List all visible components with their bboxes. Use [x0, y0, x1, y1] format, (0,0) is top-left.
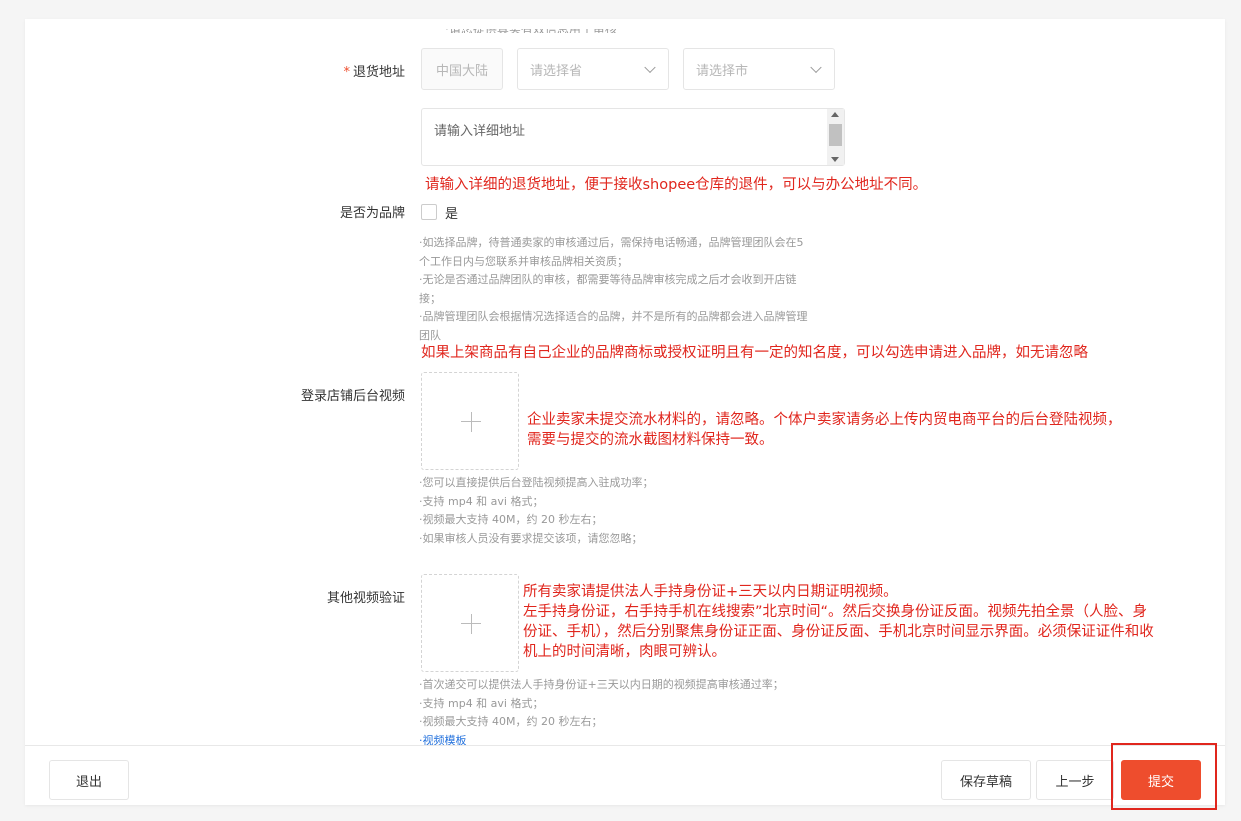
- save-draft-button[interactable]: 保存草稿: [941, 760, 1031, 800]
- brand-annotation: 如果上架商品有自己企业的品牌商标或授权证明且有一定的知名度，可以勾选申请进入品牌…: [421, 345, 1088, 361]
- brand-checkbox-label: 是: [445, 207, 459, 222]
- store-video-annotation: 企业卖家未提交流水材料的，请忽略。个体户卖家请务必上传内贸电商平台的后台登陆视频…: [527, 410, 1122, 450]
- city-select[interactable]: 请选择市: [683, 48, 835, 90]
- country-field: 中国大陆: [421, 48, 503, 90]
- scroll-thumb[interactable]: [829, 124, 842, 146]
- store-video-upload[interactable]: [421, 372, 519, 470]
- hint-line: ·无论是否通过品牌团队的审核，都需要等待品牌审核完成之后才会收到开店链: [419, 273, 797, 286]
- form-card: ·请您提供真实有效信息用于审核 *退货地址 中国大陆 请选择省 请选择市 请输入…: [25, 19, 1225, 805]
- province-select[interactable]: 请选择省: [517, 48, 669, 90]
- return-address-annotation: 请输入详细的退货地址，便于接收shopee仓库的退件，可以与办公地址不同。: [425, 177, 928, 193]
- annotation-line: 企业卖家未提交流水材料的，请忽略。个体户卖家请务必上传内贸电商平台的后台登陆视频…: [527, 412, 1122, 428]
- plus-icon-vertical: [470, 614, 472, 634]
- annotation-line: 需要与提交的流水截图材料保持一致。: [527, 432, 774, 448]
- hint-line: ·支持 mp4 和 avi 格式；: [419, 696, 544, 710]
- store-video-hints: ·您可以直接提供后台登陆视频提高入驻成功率； ·支持 mp4 和 avi 格式；…: [419, 474, 859, 548]
- country-value: 中国大陆: [435, 63, 488, 79]
- hint-line: ·您可以直接提供后台登陆视频提高入驻成功率；: [419, 476, 654, 489]
- plus-icon-vertical: [470, 412, 472, 432]
- hint-line: ·如果审核人员没有要求提交该项，请您忽略；: [419, 531, 643, 545]
- scroll-down-icon[interactable]: [831, 157, 839, 162]
- scroll-up-icon[interactable]: [831, 112, 839, 117]
- brand-label: 是否为品牌: [339, 206, 405, 221]
- return-address-label-text: 退货地址: [352, 65, 405, 80]
- store-video-label: 登录店铺后台视频: [300, 389, 405, 404]
- annotation-line: 份证、手机），然后分别聚焦身份证正面、身份证反面、手机北京时间显示界面。必须保证…: [523, 624, 1154, 640]
- return-address-label: * 退货地址: [25, 61, 405, 80]
- hint-line: ·首次递交可以提供法人手持身份证+三天以内日期的视频提高审核通过率；: [419, 678, 784, 691]
- previous-step-button[interactable]: 上一步: [1036, 760, 1114, 800]
- brand-hints: ·如选择品牌，待普通卖家的审核通过后，需保持电话畅通，品牌管理团队会在5 个工作…: [419, 234, 859, 345]
- other-video-hints: ·首次递交可以提供法人手持身份证+三天以内日期的视频提高审核通过率； ·支持 m…: [419, 676, 859, 750]
- chevron-down-icon: [810, 61, 822, 74]
- province-placeholder: 请选择省: [530, 63, 583, 79]
- hint-line: ·如选择品牌，待普通卖家的审核通过后，需保持电话畅通，品牌管理团队会在5: [419, 236, 804, 249]
- submit-button[interactable]: 提交: [1121, 760, 1201, 800]
- other-video-label: 其他视频验证: [326, 591, 405, 606]
- detail-address-placeholder: 请输入详细地址: [434, 124, 526, 139]
- annotation-line: 机上的时间清晰，肉眼可辨认。: [523, 644, 726, 660]
- hint-line: 个工作日内与您联系并审核品牌相关资质；: [419, 254, 628, 268]
- detail-address-textarea[interactable]: 请输入详细地址: [421, 108, 845, 166]
- hint-line: 接；: [419, 291, 441, 305]
- hint-line: ·品牌管理团队会根据情况选择适合的品牌，并不是所有的品牌都会进入品牌管理: [419, 310, 808, 323]
- hint-line: ·支持 mp4 和 avi 格式；: [419, 494, 544, 508]
- brand-checkbox[interactable]: [421, 204, 437, 220]
- chevron-down-icon: [644, 61, 656, 74]
- annotation-line: 左手持身份证，右手持手机在线搜索”北京时间“。然后交换身份证反面。视频先拍全景（…: [523, 604, 1148, 620]
- textarea-scrollbar[interactable]: [827, 109, 844, 165]
- clipped-hint-text: ·请您提供真实有效信息用于审核: [445, 29, 625, 33]
- required-mark: *: [343, 65, 350, 80]
- hint-line: ·视频最大支持 40M，约 20 秒左右；: [419, 513, 603, 526]
- exit-button[interactable]: 退出: [49, 760, 129, 800]
- other-video-upload[interactable]: [421, 574, 519, 672]
- hint-line: ·视频最大支持 40M，约 20 秒左右；: [419, 715, 603, 728]
- annotation-line: 所有卖家请提供法人手持身份证+三天以内日期证明视频。: [523, 584, 898, 600]
- other-video-annotation: 所有卖家请提供法人手持身份证+三天以内日期证明视频。 左手持身份证，右手持手机在…: [523, 582, 1154, 662]
- city-placeholder: 请选择市: [696, 63, 749, 79]
